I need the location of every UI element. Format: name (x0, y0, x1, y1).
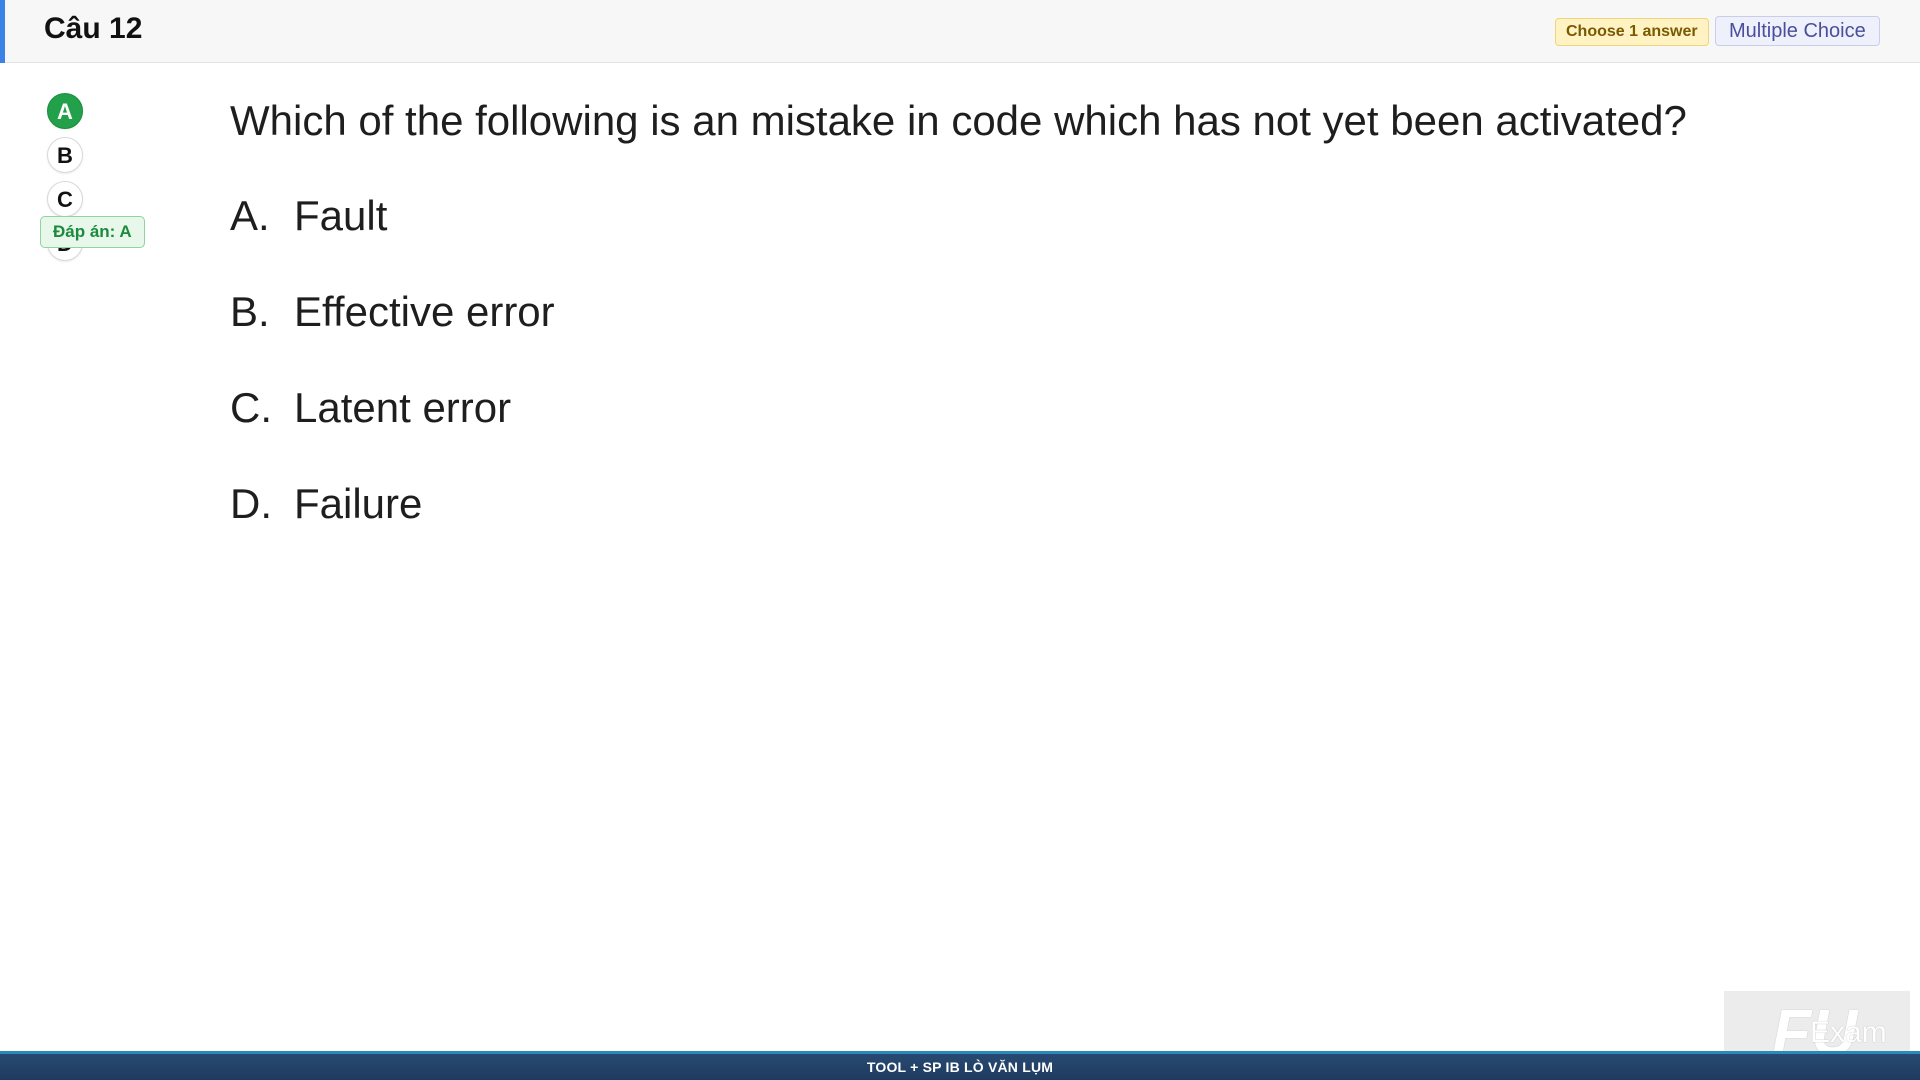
answer-letter: B. (230, 288, 270, 335)
header-accent-bar (0, 0, 5, 63)
answer-option-a: A. Fault (230, 192, 387, 240)
answer-option-c: C. Latent error (230, 384, 511, 432)
question-header: Câu 12 Choose 1 answer Multiple Choice (0, 0, 1920, 63)
footer-text: TOOL + SP IB LÒ VĂN LỤM (866, 1059, 1054, 1075)
option-a-button[interactable]: A (47, 93, 83, 129)
correct-answer-badge: Đáp án: A (40, 216, 145, 248)
footer-bar: TOOL + SP IB LÒ VĂN LỤM (0, 1051, 1920, 1080)
answer-letter: C. (230, 384, 272, 431)
option-c-button[interactable]: C (47, 181, 83, 217)
choose-answer-badge: Choose 1 answer (1555, 18, 1709, 46)
question-text: Which of the following is an mistake in … (230, 97, 1687, 144)
answer-text: Fault (294, 192, 388, 239)
answer-option-d: D. Failure (230, 480, 422, 528)
question-type-badge: Multiple Choice (1715, 16, 1880, 46)
watermark-text: Exam (1810, 1016, 1887, 1049)
answer-text: Effective error (294, 288, 555, 335)
answer-option-b: B. Effective error (230, 288, 555, 336)
question-number-title: Câu 12 (44, 12, 143, 45)
option-b-button[interactable]: B (47, 137, 83, 173)
answer-text: Latent error (294, 384, 512, 431)
answer-text: Failure (294, 480, 423, 527)
answer-letter: A. (230, 192, 270, 239)
answer-letter: D. (230, 480, 272, 527)
